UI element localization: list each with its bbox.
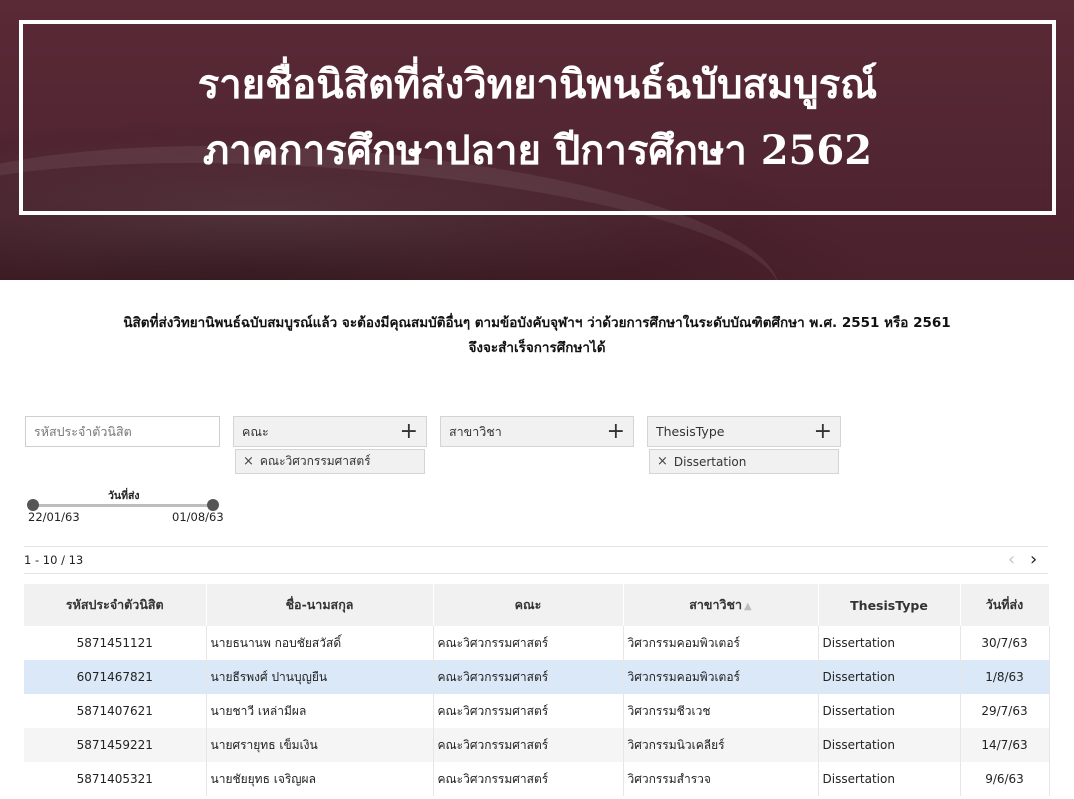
cell-major: วิศวกรรมสำรวจ	[623, 762, 819, 796]
column-header-faculty[interactable]: คณะ	[433, 584, 624, 626]
divider	[24, 546, 1048, 547]
cell-student-id: 5871451121	[24, 626, 207, 660]
remove-faculty-chip-icon[interactable]: ×	[243, 454, 254, 469]
column-header-name[interactable]: ชื่อ-นามสกุล	[206, 584, 434, 626]
faculty-filter-label: คณะ	[242, 423, 269, 439]
graduation-notice: นิสิตที่ส่งวิทยานิพนธ์ฉบับสมบูรณ์แล้ว จะ…	[40, 311, 1034, 361]
thesis-type-chip-label: Dissertation	[673, 454, 747, 469]
date-range-slider-track[interactable]	[33, 504, 213, 507]
notice-line-1: นิสิตที่ส่งวิทยานิพนธ์ฉบับสมบูรณ์แล้ว จะ…	[123, 315, 951, 331]
table-row[interactable]: 5871459221 นายศรายุทธ เข็มเงิน คณะวิศวกร…	[24, 728, 1050, 762]
pagination-range: 1 - 10 / 13	[24, 553, 84, 567]
cell-name: นายธีรพงศ์ ปานบุญยืน	[206, 660, 434, 694]
cell-thesis-type: Dissertation	[818, 762, 961, 796]
column-header-major[interactable]: สาขาวิชา ▲	[623, 584, 819, 626]
cell-major: วิศวกรรมคอมพิวเตอร์	[623, 626, 819, 660]
faculty-filter[interactable]: คณะ +	[233, 416, 427, 447]
major-filter[interactable]: สาขาวิชา +	[440, 416, 634, 447]
cell-faculty: คณะวิศวกรรมศาสตร์	[433, 728, 624, 762]
sort-ascending-icon: ▲	[744, 601, 752, 612]
column-header-student-id[interactable]: รหัสประจำตัวนิสิต	[24, 584, 207, 626]
student-id-search-input[interactable]	[25, 416, 220, 447]
cell-student-id: 5871405321	[24, 762, 207, 796]
divider	[24, 573, 1048, 574]
next-page-icon[interactable]: ›	[1030, 549, 1037, 570]
faculty-filter-chip: × คณะวิศวกรรมศาสตร์	[235, 449, 425, 474]
major-filter-label: สาขาวิชา	[449, 423, 502, 439]
thesis-type-filter-chip: × Dissertation	[649, 449, 839, 474]
notice-line-2: จึงจะสำเร็จการศึกษาได้	[468, 340, 606, 356]
cell-submit-date: 29/7/63	[960, 694, 1050, 728]
cell-major: วิศวกรรมคอมพิวเตอร์	[623, 660, 819, 694]
table-row[interactable]: 5871451121 นายธนานพ กอบชัยสวัสดิ์ คณะวิศ…	[24, 626, 1050, 660]
cell-faculty: คณะวิศวกรรมศาสตร์	[433, 762, 624, 796]
cell-name: นายศรายุทธ เข็มเงิน	[206, 728, 434, 762]
cell-thesis-type: Dissertation	[818, 728, 961, 762]
hero-title-frame: รายชื่อนิสิตที่ส่งวิทยานิพนธ์ฉบับสมบูรณ์…	[19, 20, 1056, 215]
page-title-line-2: ภาคการศึกษาปลาย ปีการศึกษา 2562	[202, 126, 873, 174]
table-row[interactable]: 5871407621 นายชาวี เหล่ามีผล คณะวิศวกรรม…	[24, 694, 1050, 728]
cell-student-id: 5871459221	[24, 728, 207, 762]
table-header-row: รหัสประจำตัวนิสิต ชื่อ-นามสกุล คณะ สาขาว…	[24, 584, 1050, 626]
cell-submit-date: 9/6/63	[960, 762, 1050, 796]
cell-submit-date: 30/7/63	[960, 626, 1050, 660]
thesis-submission-table: รหัสประจำตัวนิสิต ชื่อ-นามสกุล คณะ สาขาว…	[24, 584, 1050, 796]
date-slider-end-label: 01/08/63	[172, 510, 224, 524]
cell-major: วิศวกรรมชีวเวช	[623, 694, 819, 728]
cell-major: วิศวกรรมนิวเคลียร์	[623, 728, 819, 762]
add-major-icon[interactable]: +	[607, 420, 625, 443]
cell-student-id: 5871407621	[24, 694, 207, 728]
cell-submit-date: 14/7/63	[960, 728, 1050, 762]
cell-student-id: 6071467821	[24, 660, 207, 694]
cell-name: นายชาวี เหล่ามีผล	[206, 694, 434, 728]
cell-thesis-type: Dissertation	[818, 694, 961, 728]
table-row[interactable]: 5871405321 นายชัยยุทธ เจริญผล คณะวิศวกรร…	[24, 762, 1050, 796]
cell-name: นายธนานพ กอบชัยสวัสดิ์	[206, 626, 434, 660]
page-title-line-1: รายชื่อนิสิตที่ส่งวิทยานิพนธ์ฉบับสมบูรณ์	[197, 60, 878, 108]
thesis-type-filter[interactable]: ThesisType +	[647, 416, 841, 447]
cell-submit-date: 1/8/63	[960, 660, 1050, 694]
remove-thesis-type-chip-icon[interactable]: ×	[657, 454, 668, 469]
date-slider-title: วันที่ส่ง	[108, 490, 140, 502]
cell-faculty: คณะวิศวกรรมศาสตร์	[433, 660, 624, 694]
cell-thesis-type: Dissertation	[818, 626, 961, 660]
table-row[interactable]: 6071467821 นายธีรพงศ์ ปานบุญยืน คณะวิศวก…	[24, 660, 1050, 694]
cell-thesis-type: Dissertation	[818, 660, 961, 694]
add-faculty-icon[interactable]: +	[400, 420, 418, 443]
date-slider-start-label: 22/01/63	[28, 510, 80, 524]
cell-faculty: คณะวิศวกรรมศาสตร์	[433, 626, 624, 660]
add-thesis-type-icon[interactable]: +	[814, 420, 832, 443]
hero-banner: รายชื่อนิสิตที่ส่งวิทยานิพนธ์ฉบับสมบูรณ์…	[0, 0, 1074, 280]
faculty-chip-label: คณะวิศวกรรมศาสตร์	[259, 454, 371, 468]
column-header-thesis-type[interactable]: ThesisType	[818, 584, 961, 626]
previous-page-icon[interactable]: ‹	[1008, 549, 1015, 570]
thesis-type-filter-label: ThesisType	[656, 424, 725, 439]
cell-faculty: คณะวิศวกรรมศาสตร์	[433, 694, 624, 728]
cell-name: นายชัยยุทธ เจริญผล	[206, 762, 434, 796]
column-header-submit-date[interactable]: วันที่ส่ง	[960, 584, 1050, 626]
